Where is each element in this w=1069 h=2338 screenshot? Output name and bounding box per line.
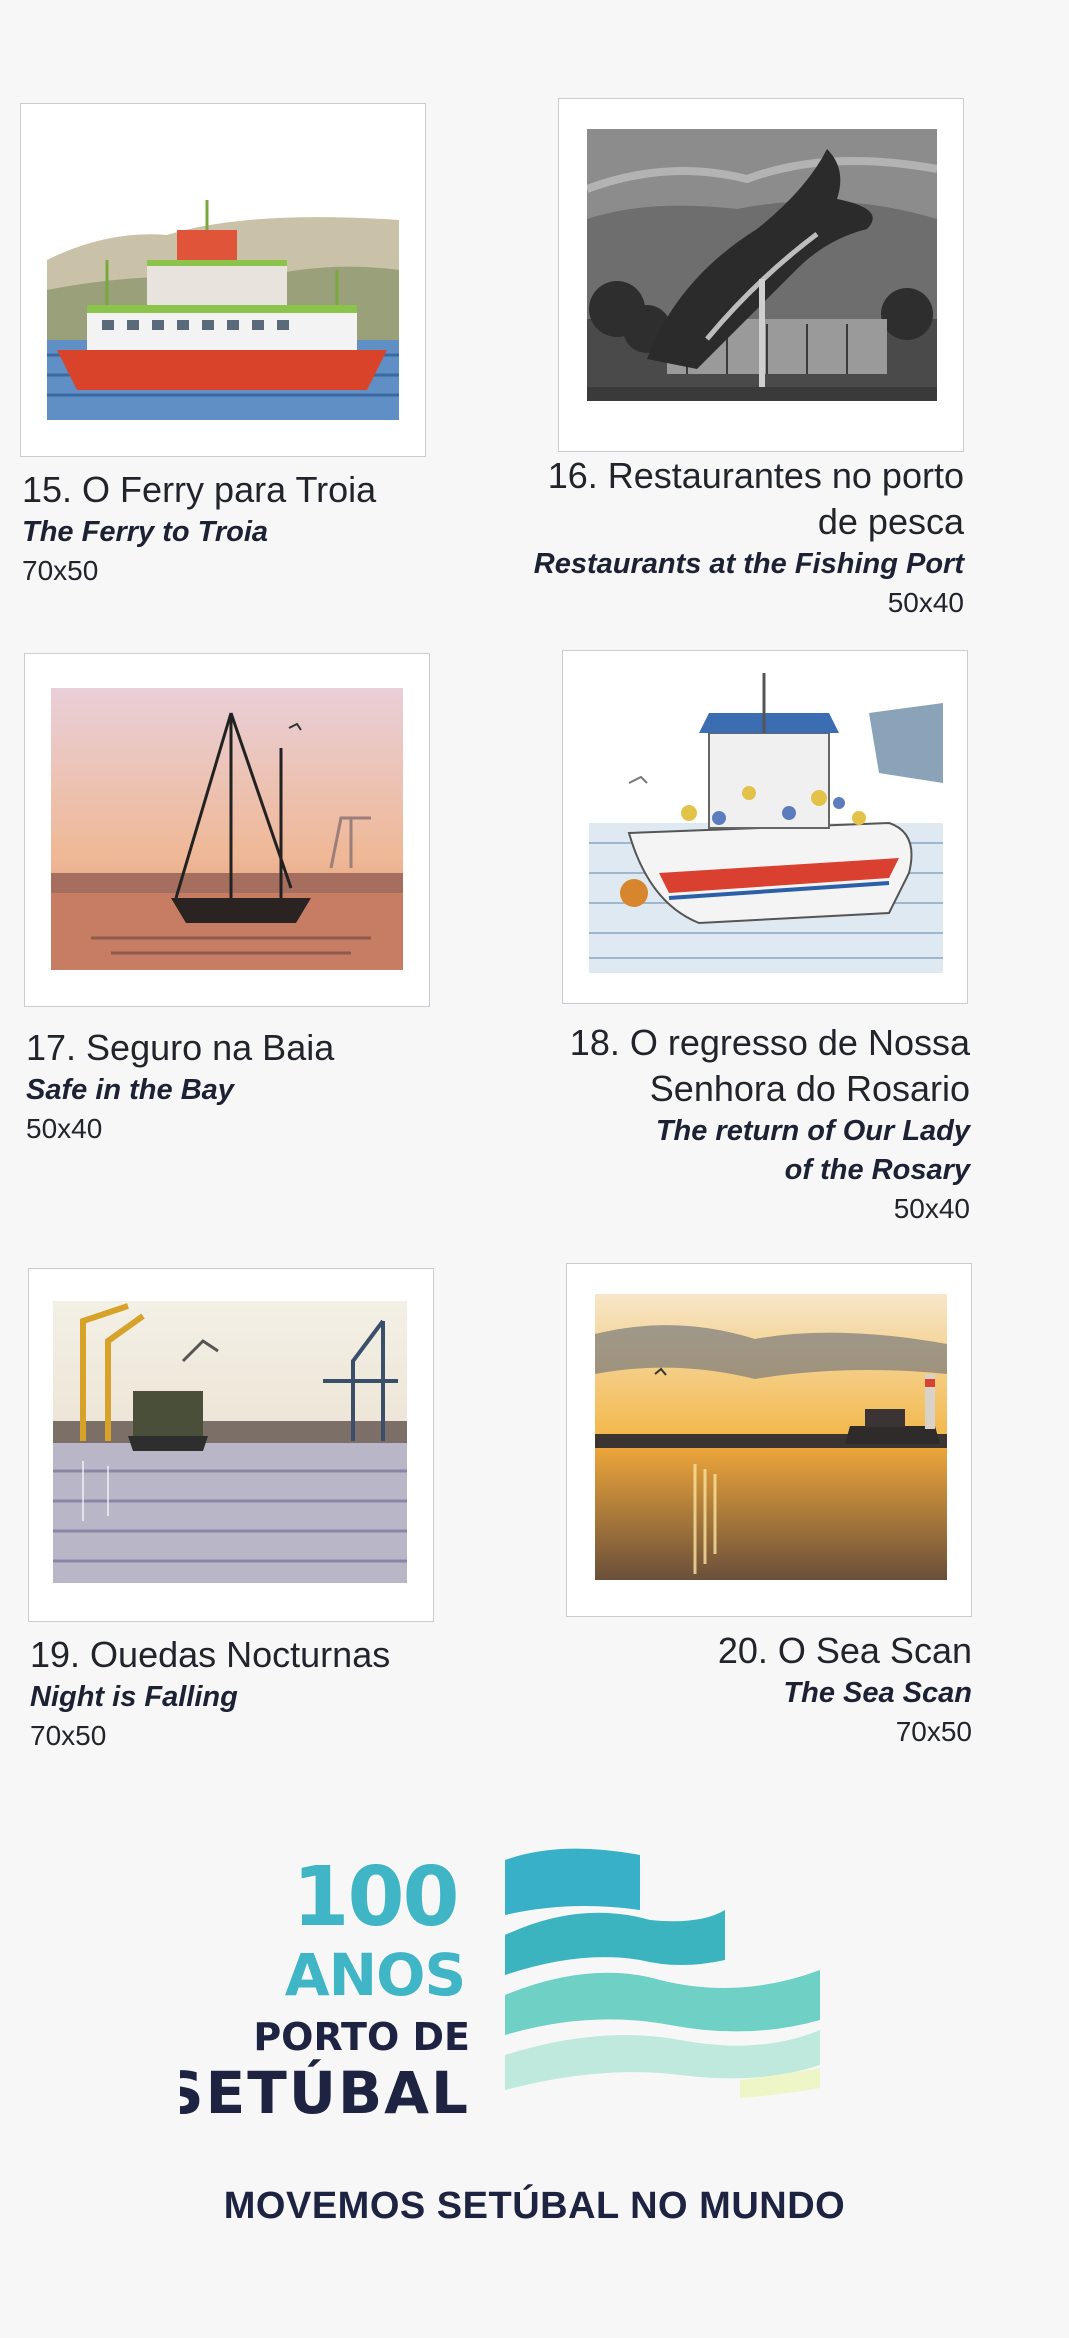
painting-frame-18 — [562, 650, 968, 1004]
painting-title: 17. Seguro na Baia — [26, 1027, 335, 1068]
painting-frame-20 — [566, 1263, 972, 1617]
painting-english-title: Safe in the Bay — [26, 1074, 234, 1106]
caption-15: 15. O Ferry para Troia The Ferry to Troi… — [22, 467, 442, 590]
painting-size: 50x40 — [893, 1193, 970, 1224]
caption-20: 20. O Sea Scan The Sea Scan 70x50 — [500, 1628, 972, 1751]
painting-size: 70x50 — [30, 1720, 107, 1751]
caption-17: 17. Seguro na Baia Safe in the Bay 50x40 — [26, 1025, 446, 1148]
painting-title-line1: 16. Restaurantes no porto — [547, 455, 964, 496]
logo-100: 100 — [292, 1850, 457, 1945]
painting-english-title: The Sea Scan — [783, 1677, 972, 1709]
sailboat-painting — [51, 688, 403, 970]
dolphin-statue-painting — [587, 129, 937, 401]
painting-frame-19 — [28, 1268, 434, 1622]
painting-title: 15. O Ferry para Troia — [22, 469, 377, 510]
slogan: MOVEMOS SETÚBAL NO MUNDO — [223, 2185, 846, 2227]
logo-anos: ANOS — [285, 1941, 466, 2009]
caption-18: 18. O regresso de Nossa Senhora do Rosar… — [484, 1020, 970, 1228]
painting-frame-17 — [24, 653, 430, 1007]
painting-english-title: Night is Falling — [30, 1681, 238, 1713]
logo-setubal: SETÚBAL — [180, 2058, 470, 2127]
caption-19: 19. Ouedas Nocturnas Night is Falling 70… — [30, 1632, 470, 1755]
porto-setubal-100-anos-logo: 100 ANOS PORTO DE SETÚBAL — [162, 1830, 840, 2130]
painting-size: 70x50 — [895, 1716, 972, 1747]
painting-english-title-line2: of the Rosary — [784, 1154, 970, 1186]
painting-title-line1: 18. O regresso de Nossa — [569, 1022, 970, 1063]
painting-size: 70x50 — [22, 555, 99, 586]
painting-frame-15 — [20, 103, 426, 457]
painting-size: 50x40 — [887, 587, 964, 618]
painting-size: 50x40 — [26, 1113, 103, 1144]
painting-english-title: The Ferry to Troia — [22, 516, 269, 548]
procession-boat-painting — [589, 673, 943, 973]
painting-english-title: Restaurants at the Fishing Port — [533, 548, 964, 580]
painting-title-line2: de pesca — [817, 501, 964, 542]
sunset-ship-painting — [595, 1294, 947, 1580]
painting-title: 19. Ouedas Nocturnas — [30, 1634, 391, 1675]
logo-porto-de: PORTO DE — [253, 2015, 470, 2059]
painting-english-title-line1: The return of Our Lady — [655, 1115, 970, 1147]
port-cranes-painting — [53, 1301, 407, 1583]
painting-frame-16 — [558, 98, 964, 452]
painting-title-line2: Senhora do Rosario — [649, 1068, 970, 1109]
caption-16: 16. Restaurantes no porto de pesca Resta… — [480, 453, 964, 622]
painting-title: 20. O Sea Scan — [717, 1630, 972, 1671]
ferry-painting — [47, 140, 399, 420]
